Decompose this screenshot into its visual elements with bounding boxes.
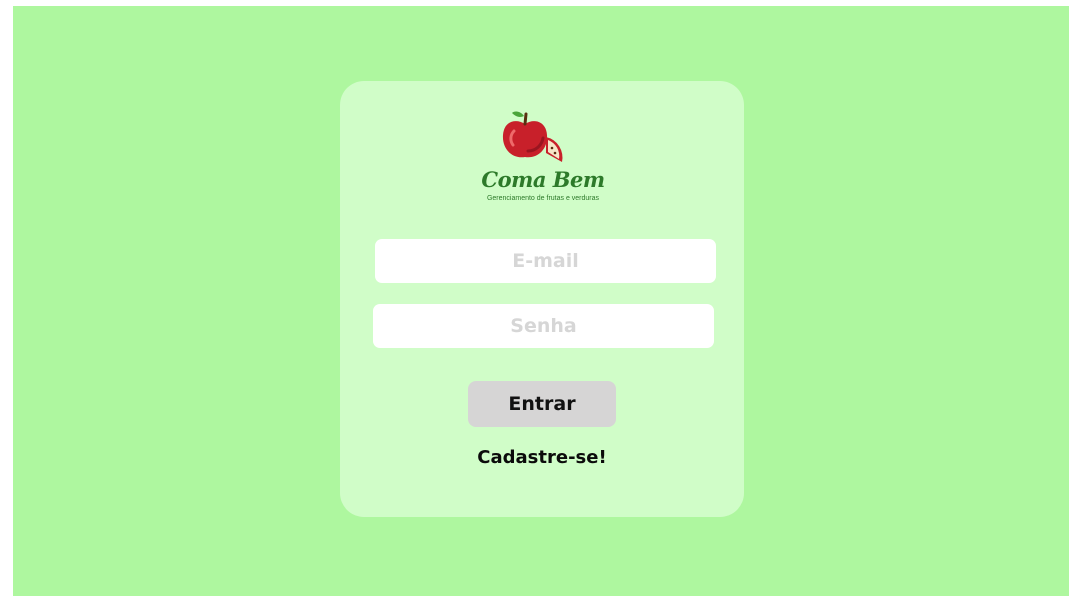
enter-button[interactable]: Entrar <box>468 381 616 427</box>
page-background: Coma Bem Gerenciamento de frutas e verdu… <box>13 6 1069 596</box>
apple-icon <box>502 111 563 162</box>
password-input[interactable] <box>373 304 714 348</box>
brand-tagline: Gerenciamento de frutas e verduras <box>486 195 600 202</box>
login-card: Coma Bem Gerenciamento de frutas e verdu… <box>340 81 744 517</box>
brand-name: Coma Bem <box>481 167 605 192</box>
brand-logo: Coma Bem Gerenciamento de frutas e verdu… <box>468 107 618 211</box>
signup-link[interactable]: Cadastre-se! <box>340 447 744 468</box>
email-input[interactable] <box>375 239 716 283</box>
